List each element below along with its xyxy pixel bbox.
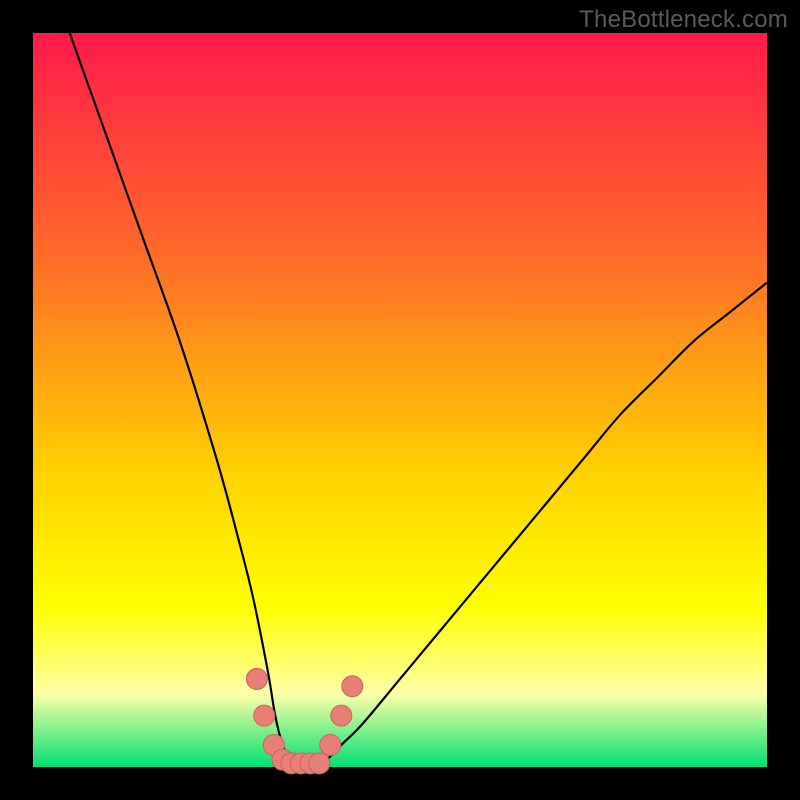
marker-point: [331, 705, 352, 726]
marker-point: [320, 734, 341, 755]
marker-point: [342, 676, 363, 697]
marker-point: [254, 705, 275, 726]
bottleneck-curve: [70, 33, 767, 768]
watermark-text: TheBottleneck.com: [579, 6, 788, 34]
marker-point: [246, 668, 267, 689]
marker-group: [246, 668, 362, 773]
marker-point: [309, 753, 330, 774]
curve-layer: [33, 33, 767, 767]
